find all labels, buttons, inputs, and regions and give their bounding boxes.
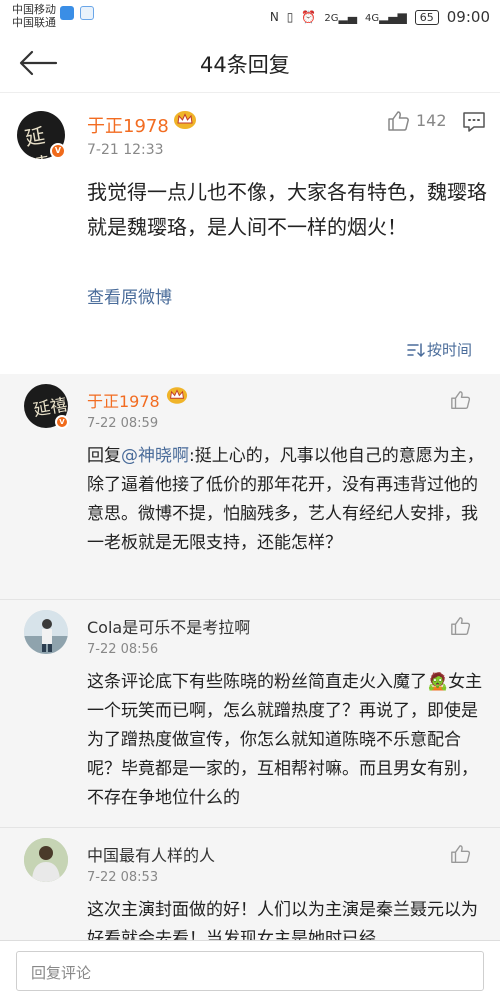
reply-text: 这次主演封面做的好！人们以为主演是秦兰聂元以为好看就会去看！当发现女主是她时已经 xyxy=(87,900,478,940)
view-original-link[interactable]: 查看原微博 xyxy=(87,283,172,308)
reply-time: 7-22 08:59 xyxy=(87,416,159,431)
reply-author[interactable]: Cola是可乐不是考拉啊 xyxy=(87,614,250,638)
sort-label: 按时间 xyxy=(426,341,472,359)
reply-author[interactable]: 中国最有人样的人 xyxy=(87,842,215,866)
avatar[interactable] xyxy=(24,610,68,654)
reply-input[interactable]: 回复评论 xyxy=(16,951,484,991)
carrier-1: 中国移动 xyxy=(12,3,56,16)
nav-bar: 44条回复 xyxy=(0,34,500,92)
avatar[interactable] xyxy=(24,838,68,882)
list-item: 延禧 V 于正1978 7-22 08:59 回复@神晓啊:挺上心的，凡事以他自… xyxy=(0,374,500,600)
list-item: 中国最有人样的人 7-22 08:53 这次主演封面做的好！人们以为主演是秦兰聂… xyxy=(0,828,500,940)
alarm-icon: ⏰ xyxy=(301,10,317,24)
reply-text: 回复@神晓啊:挺上心的，凡事以他自己的意愿为主，除了逼着他接了低价的那年花开，没… xyxy=(87,442,485,558)
thumbs-up-icon[interactable] xyxy=(450,389,472,411)
carrier-labels: 中国移动 中国联通 xyxy=(12,3,56,29)
verified-badge-icon: V xyxy=(55,415,69,429)
thumbs-up-icon[interactable] xyxy=(387,109,411,133)
thumbs-up-icon[interactable] xyxy=(450,843,472,865)
reply-time: 7-22 08:56 xyxy=(87,642,159,657)
notification-cloud-icon xyxy=(60,6,74,20)
post-text: 我觉得一点儿也不像，大家各有特色，魏璎珞就是魏璎珞，是人间不一样的烟火！ xyxy=(87,180,487,239)
page-title: 44条回复 xyxy=(200,53,290,77)
reply-input-placeholder: 回复评论 xyxy=(31,964,92,982)
mention-link[interactable]: @神晓啊 xyxy=(121,446,189,466)
battery-icon: 65 xyxy=(414,9,439,25)
author-name[interactable]: 于正1978 xyxy=(87,112,169,138)
like-count: 142 xyxy=(416,111,447,130)
signal-4g-icon: 4G▂▄▆ xyxy=(364,10,407,24)
sort-icon xyxy=(407,342,425,357)
reply-list: 延禧 V 于正1978 7-22 08:59 回复@神晓啊:挺上心的，凡事以他自… xyxy=(0,374,500,940)
comment-icon[interactable] xyxy=(462,110,486,134)
thumbs-up-icon[interactable] xyxy=(450,615,472,637)
status-bar: 中国移动 中国联通 N ▯ ⏰ 2G▂▄ 4G▂▄▆ 65 09:00 xyxy=(0,0,500,34)
post-time: 7-21 12:33 xyxy=(87,142,164,158)
verified-badge-icon: V xyxy=(50,143,66,159)
reply-prefix: 回复 xyxy=(87,446,121,466)
reply-bar: 回复评论 xyxy=(0,940,500,1000)
reply-text: 这条评论底下有些陈晓的粉丝简直走火入魔了🧟女主一个玩笑而已啊，怎么就蹭热度了？再… xyxy=(87,672,483,808)
nfc-icon: N xyxy=(269,10,279,24)
back-arrow-icon[interactable] xyxy=(18,48,58,78)
clock: 09:00 xyxy=(446,8,490,26)
sort-button[interactable]: 按时间 xyxy=(407,339,472,360)
status-icons: N ▯ ⏰ 2G▂▄ 4G▂▄▆ 65 09:00 xyxy=(270,8,490,26)
avatar-photo-image xyxy=(24,838,68,882)
notification-paw-icon xyxy=(80,6,94,20)
vibrate-icon: ▯ xyxy=(286,10,294,24)
signal-2g-icon: 2G▂▄ xyxy=(324,10,357,24)
reply-author[interactable]: 于正1978 xyxy=(87,388,160,412)
vip-crown-icon xyxy=(174,111,196,129)
avatar-photo-image xyxy=(24,610,68,654)
vip-crown-icon xyxy=(166,387,188,404)
main-comment: 延禧 V 于正1978 7-21 12:33 142 我觉得一点儿也不像，大家各… xyxy=(0,92,500,374)
carrier-2: 中国联通 xyxy=(12,16,56,29)
list-item: Cola是可乐不是考拉啊 7-22 08:56 这条评论底下有些陈晓的粉丝简直走… xyxy=(0,600,500,828)
reply-time: 7-22 08:53 xyxy=(87,870,159,885)
